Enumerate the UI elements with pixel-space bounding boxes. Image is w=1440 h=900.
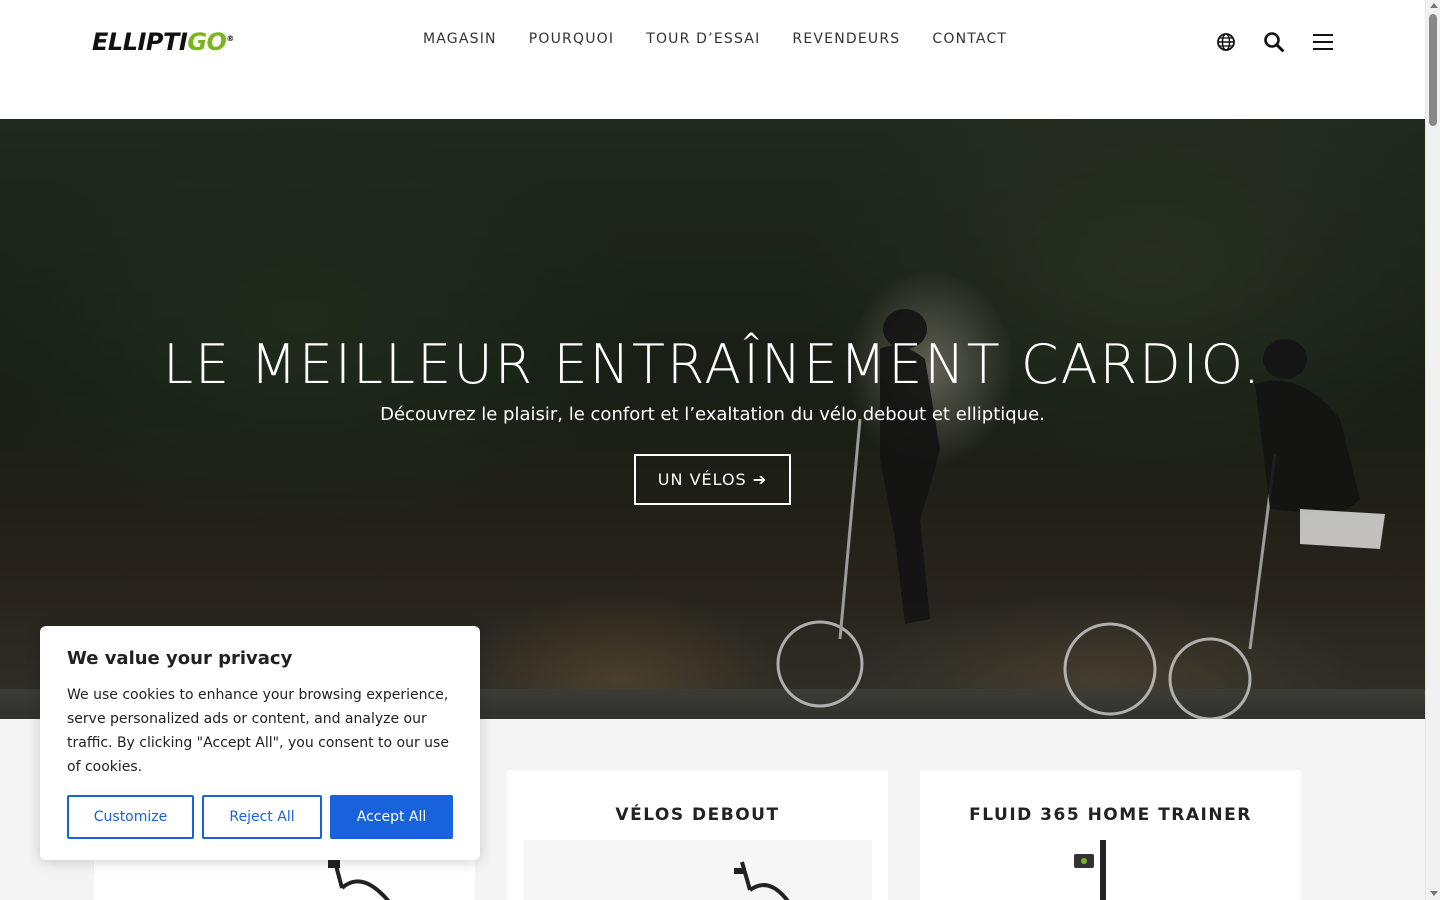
card-image-area (523, 840, 872, 900)
cookie-title: We value your privacy (67, 648, 293, 669)
nav-item-contact[interactable]: CONTACT (932, 31, 1007, 47)
elliptigo-logo[interactable]: ELLIPTIGO® (92, 28, 234, 56)
main-nav: MAGASIN POURQUOI TOUR D’ESSAI REVENDEURS… (423, 31, 1039, 47)
logo-text: ELLIPTIGO® (92, 28, 234, 56)
bike-image (734, 861, 790, 900)
card-title: FLUID 365 HOME TRAINER (969, 805, 1252, 825)
product-card-standing-bikes[interactable]: VÉLOS DEBOUT (507, 770, 888, 900)
reject-all-button[interactable]: Reject All (202, 795, 322, 839)
hero-title: LE MEILLEUR ENTRAÎNEMENT CARDIO. (162, 333, 1263, 396)
search-icon[interactable] (1262, 30, 1286, 54)
scroll-up-icon[interactable] (1430, 3, 1438, 8)
scroll-down-icon[interactable] (1430, 891, 1438, 896)
customize-button[interactable]: Customize (67, 795, 194, 839)
bike-image (328, 858, 391, 900)
site-header: ELLIPTIGO® MAGASIN POURQUOI TOUR D’ESSAI… (0, 0, 1425, 119)
card-title: VÉLOS DEBOUT (615, 805, 780, 825)
cookie-message: We use cookies to enhance your browsing … (67, 687, 449, 775)
hero-subtitle: Découvrez le plaisir, le confort et l’ex… (380, 404, 1045, 425)
trainer-image (1074, 840, 1106, 900)
scrollbar-thumb[interactable] (1429, 14, 1437, 126)
hero-cta-button[interactable]: UN VÉLOS ➔ (634, 454, 791, 505)
menu-icon[interactable] (1311, 30, 1335, 54)
cookie-consent-dialog: We value your privacy We use cookies to … (40, 626, 480, 860)
nav-item-revendeurs[interactable]: REVENDEURS (792, 31, 900, 47)
globe-icon[interactable] (1214, 30, 1238, 54)
nav-item-tour-essai[interactable]: TOUR D’ESSAI (646, 31, 760, 47)
page-scrollbar[interactable] (1425, 0, 1440, 900)
accept-all-button[interactable]: Accept All (330, 795, 453, 839)
nav-item-magasin[interactable]: MAGASIN (423, 31, 497, 47)
product-card-fluid-365[interactable]: FLUID 365 HOME TRAINER (920, 770, 1301, 900)
nav-item-pourquoi[interactable]: POURQUOI (529, 31, 614, 47)
